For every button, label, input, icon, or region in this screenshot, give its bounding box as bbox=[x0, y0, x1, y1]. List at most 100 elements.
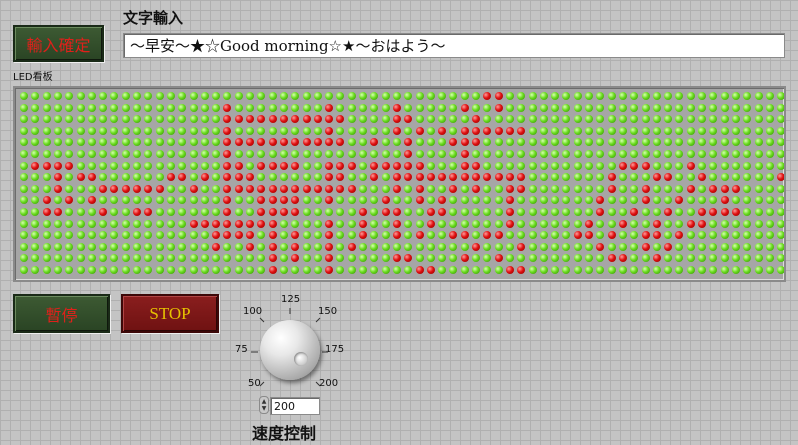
led-dot bbox=[528, 196, 537, 205]
led-dot bbox=[133, 173, 141, 182]
led-dot bbox=[76, 242, 85, 251]
led-dot bbox=[381, 184, 390, 193]
led-dot bbox=[472, 242, 480, 251]
led-dot bbox=[777, 184, 784, 193]
led-dot bbox=[234, 219, 243, 228]
text-input-field[interactable] bbox=[123, 33, 785, 58]
led-dot bbox=[573, 150, 582, 158]
led-dot bbox=[607, 115, 616, 124]
confirm-input-button[interactable]: 輸入確定 bbox=[13, 25, 104, 62]
led-dot bbox=[686, 184, 695, 193]
led-dot bbox=[336, 208, 345, 216]
led-dot bbox=[765, 92, 774, 100]
led-dot bbox=[596, 242, 605, 251]
led-dot bbox=[698, 184, 706, 193]
led-dot bbox=[133, 103, 141, 112]
led-dot bbox=[472, 126, 480, 135]
led-dot bbox=[618, 161, 627, 170]
led-dot bbox=[291, 266, 300, 274]
led-dot bbox=[359, 126, 367, 135]
led-dot bbox=[483, 150, 492, 158]
led-dot bbox=[731, 208, 740, 216]
led-dot bbox=[483, 196, 492, 205]
led-dot bbox=[313, 126, 322, 135]
led-dot bbox=[279, 115, 288, 124]
led-dot bbox=[494, 266, 503, 274]
led-dot bbox=[438, 138, 447, 147]
speed-knob[interactable] bbox=[260, 320, 320, 380]
led-dot bbox=[573, 196, 582, 205]
led-dot bbox=[76, 126, 85, 135]
led-dot bbox=[279, 242, 288, 251]
led-dot bbox=[675, 254, 684, 263]
led-dot bbox=[121, 266, 130, 274]
led-dot bbox=[415, 150, 424, 158]
led-dot bbox=[438, 242, 447, 251]
led-dot bbox=[539, 266, 548, 274]
led-dot bbox=[99, 242, 108, 251]
led-dot bbox=[618, 208, 627, 216]
led-dot bbox=[325, 184, 334, 193]
led-dot bbox=[652, 208, 661, 216]
led-dot bbox=[585, 161, 593, 170]
led-dot bbox=[675, 115, 684, 124]
led-dot bbox=[20, 92, 28, 100]
led-dot bbox=[336, 115, 345, 124]
led-dot bbox=[449, 254, 458, 263]
led-dot bbox=[347, 173, 356, 182]
led-dot bbox=[652, 161, 661, 170]
led-dot bbox=[426, 231, 435, 240]
led-dot bbox=[223, 115, 232, 124]
led-dot bbox=[449, 161, 458, 170]
speed-spinner[interactable]: ▲ ▼ bbox=[259, 396, 269, 414]
led-dot bbox=[494, 138, 503, 147]
led-dot bbox=[166, 231, 175, 240]
led-dot bbox=[404, 126, 413, 135]
led-dot bbox=[698, 219, 706, 228]
led-dot bbox=[257, 161, 266, 170]
led-dot bbox=[200, 208, 209, 216]
pause-button[interactable]: 暫停 bbox=[13, 294, 110, 333]
led-dot bbox=[404, 184, 413, 193]
led-dot bbox=[87, 242, 96, 251]
led-dot bbox=[709, 126, 718, 135]
led-dot bbox=[246, 231, 254, 240]
led-dot bbox=[528, 266, 537, 274]
led-dot bbox=[415, 161, 424, 170]
led-dot bbox=[65, 266, 74, 274]
led-dot bbox=[607, 266, 616, 274]
led-dot bbox=[144, 196, 153, 205]
led-dot bbox=[99, 92, 108, 100]
led-dot bbox=[53, 266, 62, 274]
led-dot bbox=[720, 92, 729, 100]
led-dot bbox=[20, 173, 28, 182]
led-dot bbox=[133, 208, 141, 216]
led-dot bbox=[110, 92, 119, 100]
led-dot bbox=[31, 115, 40, 124]
led-dot bbox=[189, 115, 198, 124]
led-dot bbox=[246, 126, 254, 135]
led-dot bbox=[279, 161, 288, 170]
led-dot bbox=[754, 138, 763, 147]
led-dot bbox=[257, 242, 266, 251]
led-dot bbox=[415, 115, 424, 124]
led-dot bbox=[743, 231, 752, 240]
led-dot bbox=[133, 115, 141, 124]
led-dot bbox=[517, 103, 526, 112]
led-dot bbox=[460, 266, 469, 274]
led-dot bbox=[404, 254, 413, 263]
led-dot bbox=[675, 231, 684, 240]
led-dot bbox=[652, 231, 661, 240]
led-dot bbox=[178, 115, 187, 124]
stop-button[interactable]: STOP bbox=[121, 294, 219, 333]
led-dot bbox=[460, 254, 469, 263]
led-dot bbox=[528, 115, 537, 124]
led-dot bbox=[42, 103, 51, 112]
led-dot bbox=[573, 208, 582, 216]
led-dot bbox=[234, 254, 243, 263]
led-dot bbox=[53, 126, 62, 135]
led-dot bbox=[404, 219, 413, 228]
led-dot bbox=[336, 231, 345, 240]
speed-value-field[interactable] bbox=[270, 397, 320, 415]
led-dot bbox=[743, 115, 752, 124]
